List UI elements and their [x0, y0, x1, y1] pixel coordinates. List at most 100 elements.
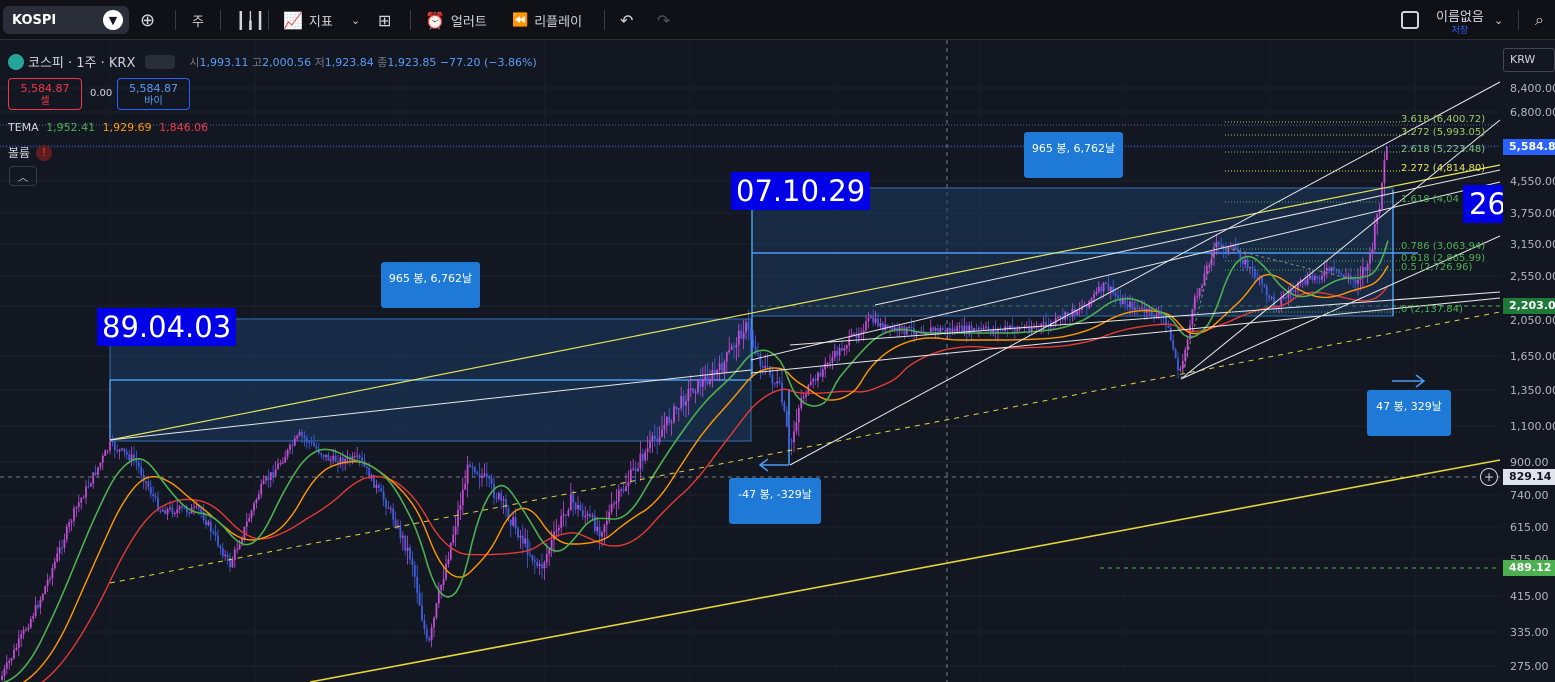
- quick-search-button[interactable]: ⌕: [1535, 8, 1544, 32]
- price-tick: 6,800.00: [1510, 106, 1555, 119]
- candle-body: [1133, 307, 1136, 310]
- candle-body: [877, 318, 879, 327]
- candle-body: [221, 548, 224, 556]
- candle-body: [706, 376, 709, 385]
- sell-price: 5,584.87: [20, 82, 70, 95]
- candle-body: [485, 473, 488, 478]
- candle-body: [1198, 287, 1201, 296]
- symbol-search-button[interactable]: KOSPI ▼: [3, 6, 129, 34]
- candle-body: [171, 507, 174, 514]
- candle-body: [562, 514, 565, 516]
- legend-toggle-icon[interactable]: [145, 54, 176, 69]
- candle-body: [759, 353, 762, 367]
- candle-body: [694, 392, 697, 394]
- candle-body: [1136, 307, 1139, 309]
- indicators-label: 지표: [308, 14, 333, 30]
- low-value: 1,923.84: [324, 55, 374, 69]
- candle-body: [97, 467, 99, 475]
- fib-level-label: 3.618 (6,400.72): [1401, 114, 1486, 125]
- candle-body: [173, 512, 176, 514]
- candle-body: [529, 554, 531, 556]
- currency-selector[interactable]: KRW: [1503, 48, 1555, 72]
- candle-body: [320, 453, 323, 455]
- candle-body: [94, 472, 97, 475]
- candle-body: [692, 388, 695, 393]
- candle-body: [1153, 316, 1155, 318]
- candle-body: [478, 473, 481, 478]
- candle-body: [533, 560, 536, 563]
- redo-button[interactable]: ↷: [657, 8, 670, 32]
- candle-body: [646, 448, 649, 453]
- candle-body: [123, 448, 126, 452]
- measure-callout-2[interactable]: 965 봉, 6,762날: [1024, 132, 1123, 178]
- candle-body: [495, 497, 498, 499]
- warning-icon[interactable]: !: [36, 144, 53, 161]
- indicators-button[interactable]: 📈 지표: [283, 8, 333, 32]
- buy-button[interactable]: 5,584.87 바이: [117, 78, 190, 110]
- volume-label: 볼륨: [8, 146, 31, 160]
- price-chart[interactable]: [0, 40, 1555, 682]
- candle-body: [80, 498, 83, 503]
- candle-body: [797, 408, 800, 423]
- collapse-legend-button[interactable]: ︿: [9, 166, 37, 186]
- candle-body: [435, 603, 438, 618]
- candle-body: [874, 318, 877, 323]
- candle-body: [519, 535, 522, 538]
- candle-body: [524, 538, 527, 544]
- undo-button[interactable]: ↶: [620, 8, 633, 32]
- candle-body: [685, 401, 687, 406]
- candle-body: [785, 410, 788, 427]
- chart-type-button[interactable]: ┃╽┃: [236, 8, 265, 32]
- measure-callout-4[interactable]: 47 봉, 329날: [1367, 390, 1451, 436]
- candle-body: [740, 330, 743, 339]
- candle-body: [591, 515, 594, 517]
- price-tick: 1,350.00: [1510, 384, 1555, 397]
- add-symbol-button[interactable]: ⊕: [140, 8, 155, 32]
- candle-body: [284, 456, 287, 463]
- candle-body: [488, 477, 491, 479]
- candle-body: [783, 402, 786, 411]
- candle-body: [1292, 290, 1295, 292]
- layout-menu-button[interactable]: ⌄: [1494, 8, 1503, 32]
- candle-body: [555, 530, 558, 532]
- candle-body: [793, 431, 795, 443]
- candle-body: [1078, 309, 1081, 311]
- candle-body: [1129, 301, 1131, 308]
- layout-button[interactable]: ⊞: [378, 8, 391, 32]
- candle-body: [512, 517, 515, 526]
- candle-body: [932, 327, 935, 331]
- indicator-templates-button[interactable]: ⌄: [351, 8, 360, 32]
- candle-body: [673, 406, 675, 423]
- indicators-icon: 📈: [283, 10, 303, 30]
- candle-body: [838, 348, 841, 356]
- measure-callout-3[interactable]: -47 봉, -329날: [729, 478, 821, 524]
- layout-square-icon[interactable]: [1401, 11, 1419, 29]
- candle-body: [389, 508, 392, 510]
- candle-body: [853, 333, 855, 335]
- interval-button[interactable]: 주: [192, 8, 204, 32]
- buy-price: 5,584.87: [129, 82, 178, 95]
- candle-body: [1215, 241, 1218, 248]
- candle-body: [817, 372, 819, 381]
- add-alert-plus-icon[interactable]: +: [1480, 468, 1498, 486]
- replay-button[interactable]: ⏪ 리플레이: [512, 8, 582, 32]
- save-layout-button[interactable]: 이름없음 저장: [1436, 6, 1484, 36]
- candle-body: [829, 362, 831, 364]
- candle-body: [1001, 329, 1004, 331]
- sell-button[interactable]: 5,584.87 셀: [8, 78, 82, 110]
- candle-body: [56, 553, 59, 562]
- candle-body: [632, 468, 635, 470]
- candle-body: [1131, 301, 1134, 310]
- candle-body: [567, 510, 570, 516]
- candle-body: [205, 520, 207, 526]
- candle-body: [116, 450, 119, 452]
- alerts-button[interactable]: ⏰ 얼러트: [425, 8, 487, 32]
- candle-body: [1042, 322, 1045, 324]
- symbol-options-icon[interactable]: ▼: [103, 10, 123, 30]
- candle-body: [262, 480, 265, 484]
- candle-body: [303, 435, 306, 439]
- candle-body: [1117, 295, 1119, 299]
- candle-body: [1105, 282, 1107, 284]
- measure-callout-1[interactable]: 965 봉, 6,762날: [381, 262, 480, 308]
- candle-body: [466, 464, 469, 484]
